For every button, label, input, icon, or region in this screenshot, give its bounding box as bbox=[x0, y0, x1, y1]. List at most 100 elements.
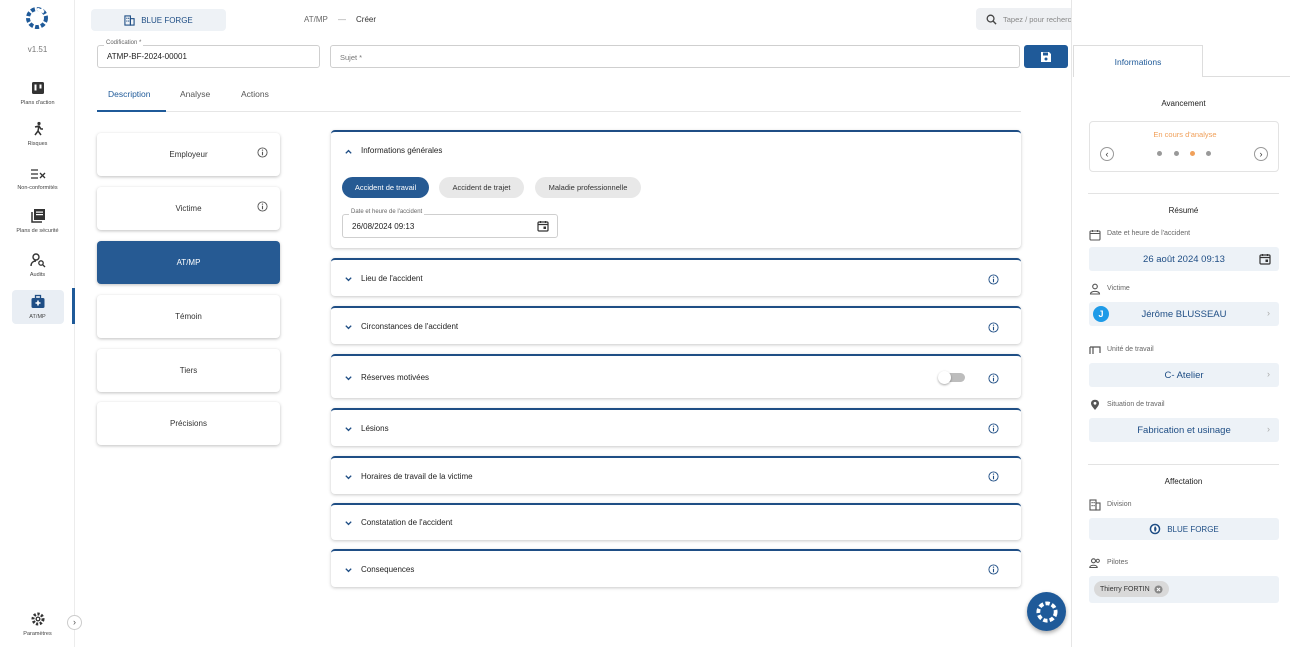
gear-icon bbox=[31, 612, 44, 626]
nav-label: AT/MP bbox=[29, 314, 46, 320]
section-label: Précisions bbox=[170, 419, 207, 428]
accordion-title: Lésions bbox=[361, 424, 389, 433]
accordion-lieu-accident[interactable]: Lieu de l'accident bbox=[331, 258, 1021, 296]
medical-briefcase-icon bbox=[31, 294, 44, 308]
reserves-toggle[interactable] bbox=[938, 371, 965, 384]
running-person-icon bbox=[33, 121, 43, 136]
nav-label: Plans de sécurité bbox=[16, 228, 59, 234]
pill-accident-trajet[interactable]: Accident de trajet bbox=[439, 177, 524, 198]
tab-analyse[interactable]: Analyse bbox=[180, 89, 210, 99]
section-employeur[interactable]: Employeur bbox=[97, 133, 280, 176]
next-step-button[interactable]: › bbox=[1254, 147, 1268, 161]
tab-description[interactable]: Description bbox=[108, 89, 151, 99]
section-label: Victime bbox=[175, 204, 202, 213]
chevron-down-icon bbox=[345, 277, 352, 282]
division-selector[interactable]: BLUE FORGE bbox=[91, 9, 226, 31]
accordion-lesions[interactable]: Lésions bbox=[331, 408, 1021, 446]
nav-label: Audits bbox=[29, 272, 46, 278]
accordion-consequences[interactable]: Consequences bbox=[331, 549, 1021, 587]
accordion-horaires[interactable]: Horaires de travail de la victime bbox=[331, 456, 1021, 494]
info-icon[interactable] bbox=[988, 471, 999, 482]
pilote-chip[interactable]: Thierry FORTIN bbox=[1094, 581, 1169, 597]
division-label: Division bbox=[1107, 501, 1132, 508]
nav-label: Risques bbox=[27, 141, 48, 147]
victime-value-box[interactable]: J Jérôme BLUSSEAU › bbox=[1089, 302, 1279, 326]
remove-chip-icon[interactable] bbox=[1154, 584, 1163, 594]
left-navigation: v1.51 Plans d'action Risques Non-conform… bbox=[0, 0, 75, 647]
previous-step-button[interactable]: ‹ bbox=[1100, 147, 1114, 161]
codification-label: Codification * bbox=[104, 40, 144, 46]
tab-actions[interactable]: Actions bbox=[241, 89, 269, 99]
accordion-title: Consequences bbox=[361, 565, 415, 574]
date-label: Date et heure de l'accident bbox=[1107, 230, 1191, 237]
accordion-title[interactable]: Informations générales bbox=[361, 146, 442, 155]
section-precisions[interactable]: Précisions bbox=[97, 402, 280, 445]
accordion-title: Horaires de travail de la victime bbox=[361, 472, 473, 481]
accordion-title: Réserves motivées bbox=[361, 373, 430, 382]
section-tiers[interactable]: Tiers bbox=[97, 349, 280, 392]
info-icon[interactable] bbox=[988, 322, 999, 333]
building-icon bbox=[124, 14, 135, 26]
section-label: Témoin bbox=[175, 312, 202, 321]
nav-item-non-conformites[interactable]: Non-conformités bbox=[0, 165, 75, 191]
nav-label: Paramètres bbox=[23, 631, 52, 637]
unite-label: Unité de travail bbox=[1107, 346, 1154, 353]
unite-value: C- Atelier bbox=[1164, 369, 1204, 381]
section-label: AT/MP bbox=[176, 258, 201, 267]
nav-item-atmp[interactable]: AT/MP bbox=[0, 288, 75, 324]
info-icon[interactable] bbox=[988, 423, 999, 434]
accordion-title: Circonstances de l'accident bbox=[361, 322, 459, 331]
nav-item-audits[interactable]: Audits bbox=[0, 252, 75, 278]
tab-informations[interactable]: Informations bbox=[1073, 45, 1203, 77]
toggle-knob bbox=[938, 371, 951, 384]
info-icon[interactable] bbox=[257, 201, 268, 212]
accordion-reserves-motivees[interactable]: Réserves motivées bbox=[331, 354, 1021, 398]
app-logo-icon[interactable] bbox=[25, 6, 49, 30]
division-value: BLUE FORGE bbox=[1167, 524, 1219, 534]
info-icon[interactable] bbox=[988, 564, 999, 575]
avancement-stepper: En cours d'analyse ‹ › bbox=[1089, 121, 1279, 172]
info-icon[interactable] bbox=[988, 274, 999, 285]
nav-item-plans-action[interactable]: Plans d'action bbox=[0, 80, 75, 106]
library-books-icon bbox=[30, 209, 45, 223]
accordion-circonstances[interactable]: Circonstances de l'accident bbox=[331, 306, 1021, 344]
unite-value-box[interactable]: C- Atelier › bbox=[1089, 363, 1279, 387]
nav-item-plans-securite[interactable]: Plans de sécurité bbox=[0, 208, 75, 234]
pill-accident-travail[interactable]: Accident de travail bbox=[342, 177, 429, 198]
location-pin-icon bbox=[1091, 399, 1099, 410]
division-value-box[interactable]: BLUE FORGE bbox=[1089, 518, 1279, 540]
pill-maladie-professionnelle[interactable]: Maladie professionnelle bbox=[535, 177, 641, 198]
resume-title: Résumé bbox=[1168, 206, 1199, 215]
chevron-up-icon[interactable] bbox=[344, 147, 353, 156]
date-value-box[interactable]: 26 août 2024 09:13 bbox=[1089, 247, 1279, 271]
assistant-fab-button[interactable] bbox=[1027, 592, 1066, 631]
info-icon[interactable] bbox=[988, 373, 999, 384]
section-temoin[interactable]: Témoin bbox=[97, 295, 280, 338]
accident-date-field[interactable]: Date et heure de l'accident 26/08/2024 0… bbox=[342, 209, 558, 238]
calendar-icon[interactable] bbox=[1259, 253, 1271, 265]
list-cross-icon bbox=[30, 169, 45, 179]
expand-nav-button[interactable]: › bbox=[67, 615, 82, 630]
chevron-down-icon bbox=[345, 376, 352, 381]
sujet-field[interactable]: Sujet * bbox=[330, 45, 1020, 68]
save-button[interactable] bbox=[1024, 45, 1068, 68]
panel-divider bbox=[1088, 193, 1279, 194]
victime-label: Victime bbox=[1107, 285, 1130, 292]
date-value: 26 août 2024 09:13 bbox=[1143, 253, 1225, 265]
panel-tab-divider bbox=[1203, 76, 1290, 77]
calendar-icon[interactable] bbox=[537, 220, 549, 232]
nav-item-risques[interactable]: Risques bbox=[0, 121, 75, 147]
floppy-disk-icon bbox=[1041, 51, 1051, 62]
section-victime[interactable]: Victime bbox=[97, 187, 280, 230]
codification-field[interactable]: Codification * ATMP-BF-2024-00001 bbox=[97, 40, 320, 68]
sujet-placeholder: Sujet * bbox=[340, 53, 363, 62]
pilote-name: Thierry FORTIN bbox=[1100, 585, 1150, 593]
info-icon[interactable] bbox=[257, 147, 268, 158]
calendar-icon bbox=[1089, 230, 1101, 241]
nav-item-parametres[interactable]: Paramètres bbox=[0, 611, 75, 637]
breadcrumb-atmp[interactable]: AT/MP bbox=[304, 15, 328, 24]
accordion-constatation[interactable]: Constatation de l'accident bbox=[331, 503, 1021, 540]
situation-value-box[interactable]: Fabrication et usinage › bbox=[1089, 418, 1279, 442]
section-atmp[interactable]: AT/MP bbox=[97, 241, 280, 284]
section-label: Tiers bbox=[179, 366, 198, 375]
